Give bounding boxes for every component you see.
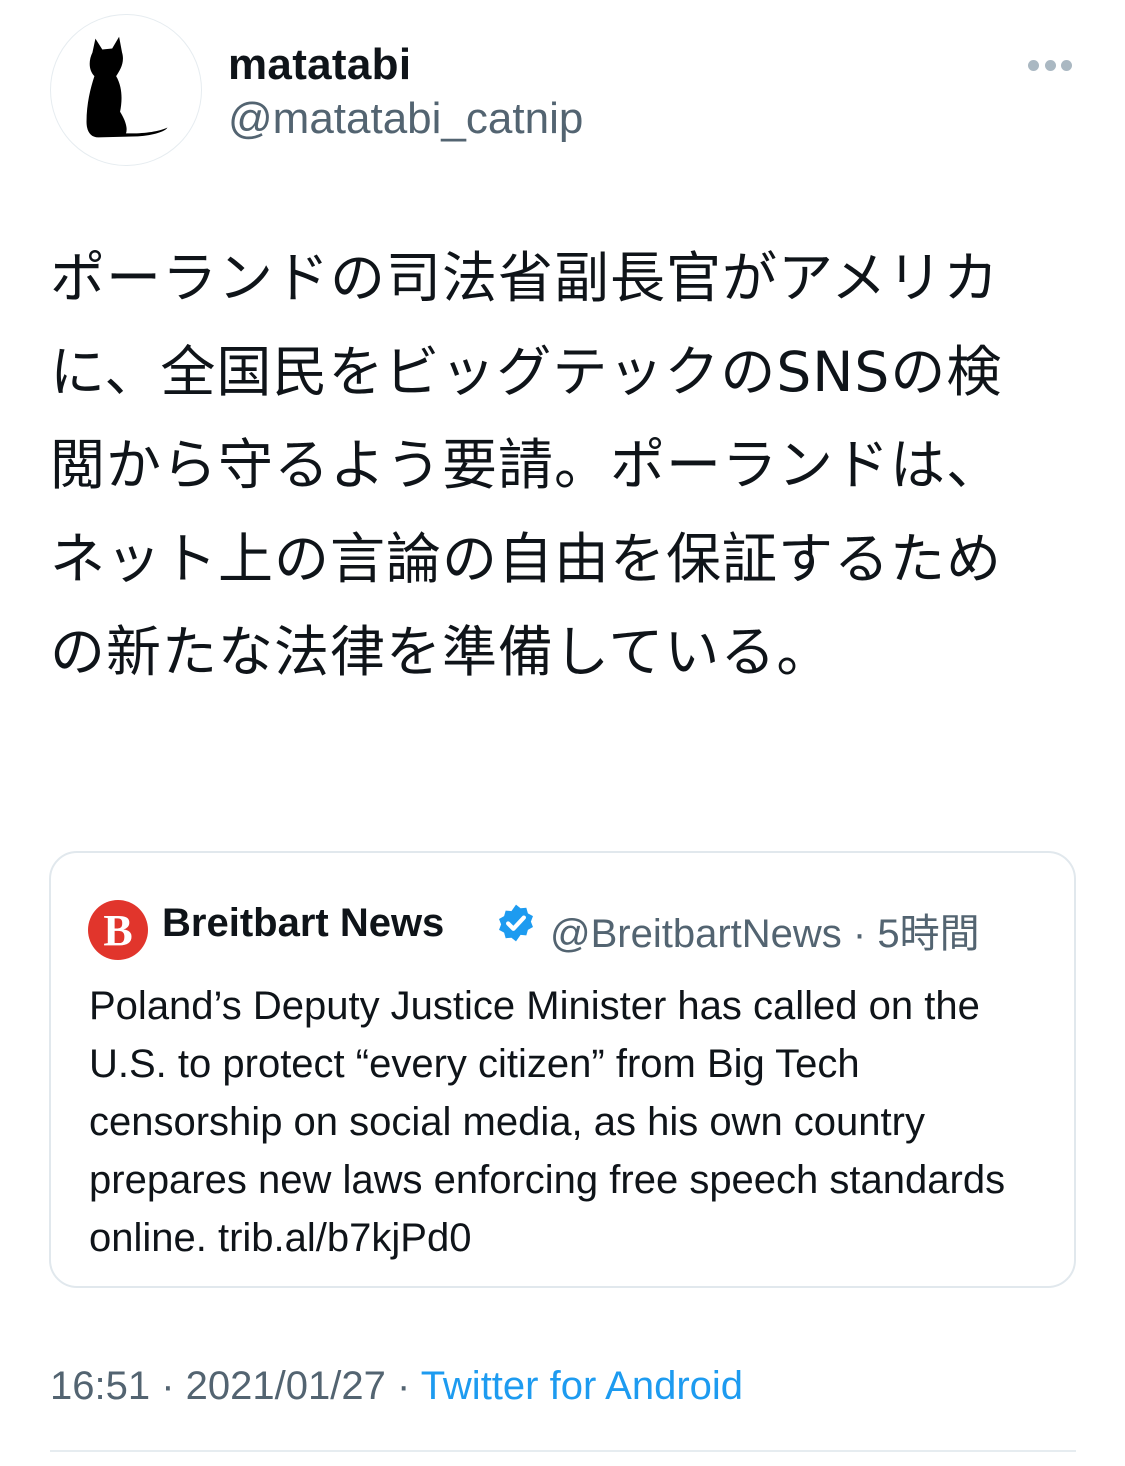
cat-silhouette-icon (86, 36, 168, 138)
author-handle[interactable]: @matatabi_catnip (228, 94, 583, 144)
tweet-meta: 16:51 · 2021/01/27 · Twitter for Android (50, 1364, 743, 1409)
divider (50, 1450, 1076, 1452)
quoted-meta: @BreitbartNews · 5時間 (550, 901, 980, 959)
tweet-source-link[interactable]: Twitter for Android (421, 1364, 743, 1408)
more-dot (1044, 59, 1056, 71)
tweet-time: 16:51 (50, 1364, 151, 1408)
quoted-display-name: Breitbart News (162, 901, 445, 945)
author-display-name[interactable]: matatabi (228, 40, 411, 90)
meta-separator: · (841, 912, 878, 956)
breitbart-logo-icon: B (88, 900, 148, 960)
more-dot (1061, 59, 1072, 71)
quoted-tweet-card[interactable]: B Breitbart News @BreitbartNews · 5時間 Po… (49, 851, 1076, 1288)
meta-separator: · (150, 1364, 186, 1408)
tweet-text: ポーランドの司法省副長官がアメリカに、全国民をビッグテックのSNSの検閲から守る… (50, 246, 1003, 684)
verified-badge-icon (499, 904, 533, 942)
quoted-text: Poland’s Deputy Justice Minister has cal… (89, 984, 1006, 1260)
meta-separator: · (385, 1364, 421, 1408)
tweet-date: 2021/01/27 (185, 1364, 386, 1408)
tweet-detail: matatabi @matatabi_catnip ポーランドの司法省副長官がア… (0, 0, 1125, 1466)
more-options-button[interactable] (1020, 50, 1080, 80)
quoted-time: 5時間 (877, 912, 980, 956)
avatar[interactable] (50, 14, 202, 166)
more-horizontal-icon (1028, 59, 1039, 71)
quoted-handle: @BreitbartNews (550, 912, 842, 956)
